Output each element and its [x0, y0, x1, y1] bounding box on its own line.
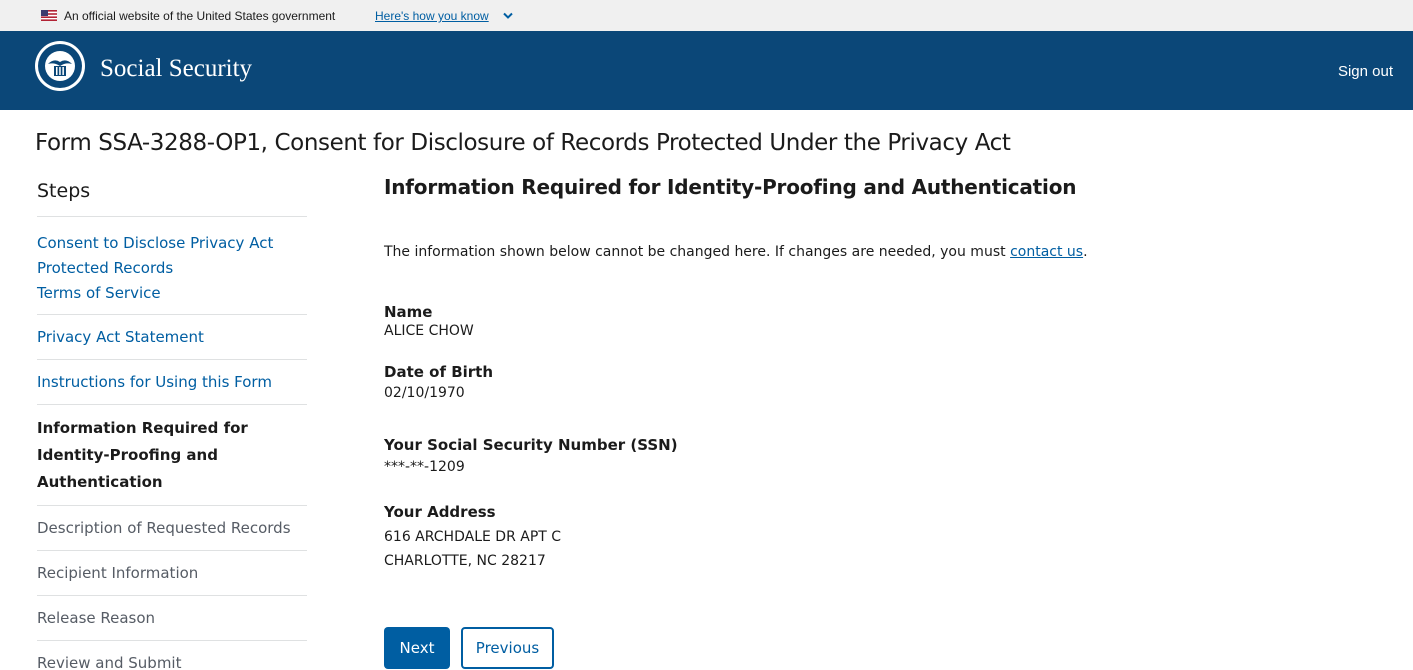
- ssn-value: ***-**-1209: [384, 459, 465, 475]
- sign-out-link[interactable]: Sign out: [1338, 63, 1393, 80]
- dob-value: 02/10/1970: [384, 385, 465, 401]
- ssa-seal-logo[interactable]: [34, 40, 86, 92]
- us-flag-icon: [41, 10, 57, 21]
- address-line-2: CHARLOTTE, NC 28217: [384, 553, 546, 569]
- step-recipient-information: Recipient Information: [37, 550, 307, 595]
- site-header: Social Security Sign out: [0, 31, 1413, 110]
- ssn-label: Your Social Security Number (SSN): [384, 436, 678, 454]
- address-label: Your Address: [384, 503, 496, 521]
- heres-how-you-know-link[interactable]: Here's how you know: [375, 9, 489, 23]
- notice-text: The information shown below cannot be ch…: [384, 244, 1088, 260]
- official-site-text: An official website of the United States…: [64, 9, 336, 23]
- previous-button[interactable]: Previous: [461, 627, 554, 669]
- section-heading: Information Required for Identity-Proofi…: [384, 175, 1077, 199]
- name-label: Name: [384, 303, 433, 321]
- steps-nav: Consent to Disclose Privacy Act Protecte…: [37, 216, 307, 670]
- step-identity-proofing[interactable]: Information Required for Identity-Proofi…: [37, 404, 307, 505]
- contact-us-link[interactable]: contact us: [1010, 244, 1083, 260]
- next-button[interactable]: Next: [384, 627, 450, 669]
- step-consent-terms[interactable]: Consent to Disclose Privacy Act Protecte…: [37, 216, 307, 314]
- step-release-reason: Release Reason: [37, 595, 307, 640]
- step-privacy-act-statement[interactable]: Privacy Act Statement: [37, 314, 307, 359]
- step-description-of-records: Description of Requested Records: [37, 505, 307, 550]
- address-line-1: 616 ARCHDALE DR APT C: [384, 529, 562, 545]
- chevron-down-icon[interactable]: [503, 12, 513, 20]
- brand-name[interactable]: Social Security: [100, 55, 252, 83]
- name-value: ALICE CHOW: [384, 323, 474, 339]
- page-title: Form SSA-3288-OP1, Consent for Disclosur…: [35, 130, 1011, 156]
- step-review-and-submit: Review and Submit: [37, 640, 307, 670]
- step-instructions[interactable]: Instructions for Using this Form: [37, 359, 307, 404]
- official-gov-banner: An official website of the United States…: [0, 0, 1413, 31]
- dob-label: Date of Birth: [384, 363, 494, 381]
- steps-heading: Steps: [37, 180, 91, 202]
